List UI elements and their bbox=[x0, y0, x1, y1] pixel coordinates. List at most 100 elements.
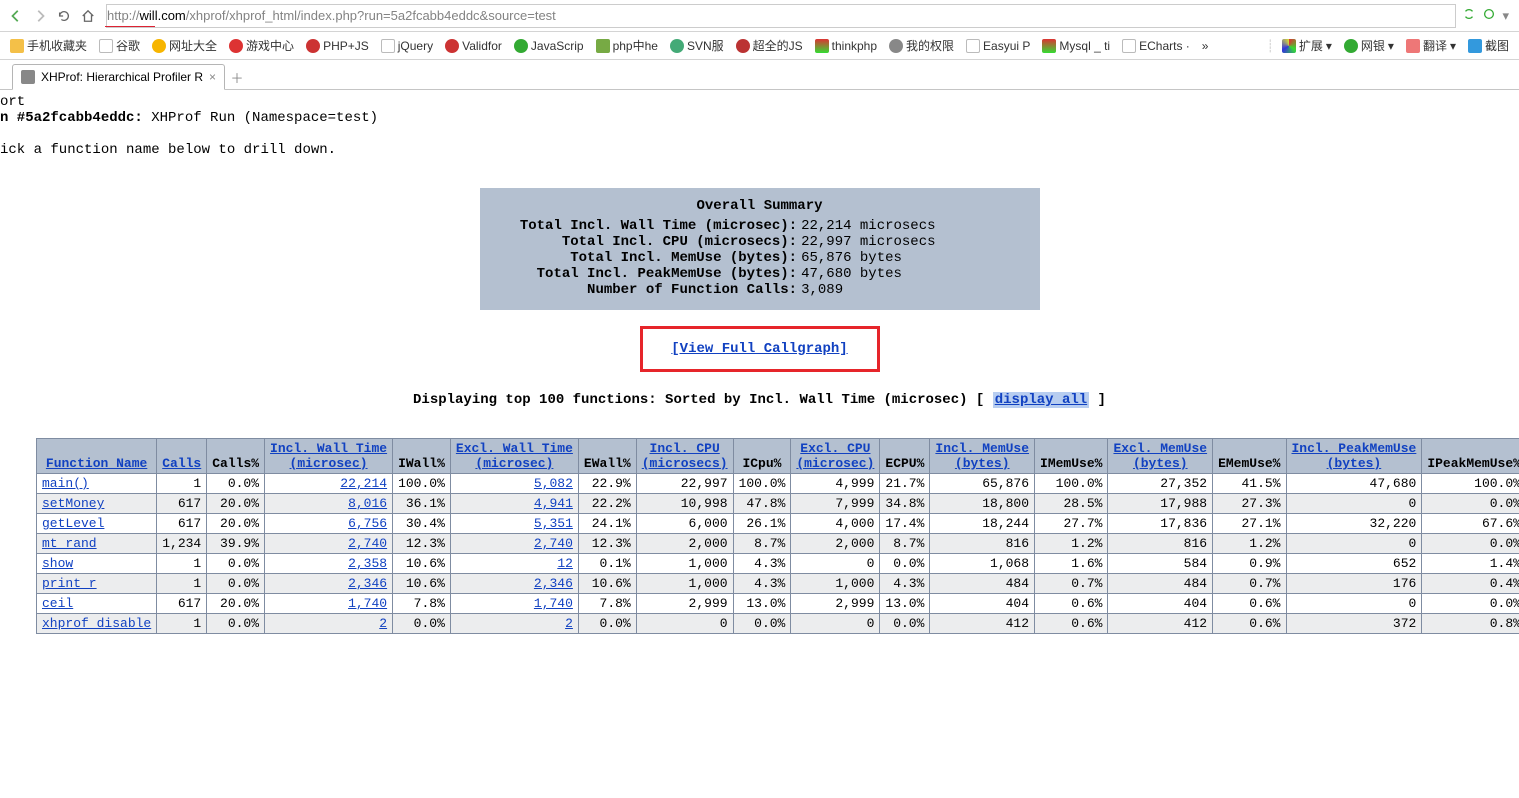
new-tab-button[interactable]: ＋ bbox=[225, 65, 249, 89]
bookmarks-folder[interactable]: 手机收藏夹 bbox=[6, 35, 91, 56]
bookmark-item[interactable]: Mysql _ ti bbox=[1038, 37, 1114, 55]
data-cell: 100.0% bbox=[393, 474, 451, 494]
sort-link[interactable]: Excl. CPU(microsec) bbox=[796, 441, 874, 471]
value-link[interactable]: 5,082 bbox=[534, 476, 573, 491]
data-cell: 0.0% bbox=[880, 554, 930, 574]
value-link[interactable]: 2,346 bbox=[534, 576, 573, 591]
app-icon[interactable] bbox=[1482, 7, 1496, 24]
nav-right-icons: ▾ bbox=[1462, 7, 1515, 24]
data-cell: 2,358 bbox=[265, 554, 393, 574]
function-link[interactable]: show bbox=[42, 556, 73, 571]
sort-link[interactable]: Excl. Wall Time(microsec) bbox=[456, 441, 573, 471]
value-link[interactable]: 1,740 bbox=[348, 596, 387, 611]
sort-link[interactable]: Excl. MemUse(bytes) bbox=[1113, 441, 1207, 471]
data-cell: 4,000 bbox=[791, 514, 880, 534]
data-cell: 4,999 bbox=[791, 474, 880, 494]
value-link[interactable]: 2,740 bbox=[348, 536, 387, 551]
data-cell: 6,000 bbox=[636, 514, 733, 534]
value-link[interactable]: 6,756 bbox=[348, 516, 387, 531]
sort-link[interactable]: Incl. PeakMemUse(bytes) bbox=[1292, 441, 1417, 471]
tab-active[interactable]: XHProf: Hierarchical Profiler R × bbox=[12, 64, 225, 90]
view-callgraph-link[interactable]: [View Full Callgraph] bbox=[671, 341, 847, 357]
value-link[interactable]: 1,740 bbox=[534, 596, 573, 611]
forward-button[interactable] bbox=[28, 4, 52, 28]
close-icon[interactable]: × bbox=[209, 70, 216, 84]
function-link[interactable]: mt_rand bbox=[42, 536, 97, 551]
data-cell: 0 bbox=[636, 614, 733, 634]
bookmark-item[interactable]: 游戏中心 bbox=[225, 35, 298, 56]
value-link[interactable]: 8,016 bbox=[348, 496, 387, 511]
bookmark-item[interactable]: SVN服 bbox=[666, 35, 728, 56]
sort-link[interactable]: Function Name bbox=[46, 456, 147, 471]
bookmark-item[interactable]: php中he bbox=[592, 35, 662, 56]
table-row: ceil61720.0%1,7407.8%1,7407.8%2,99913.0%… bbox=[37, 594, 1519, 614]
bank-button[interactable]: 网银 ▾ bbox=[1340, 35, 1398, 56]
reload-button[interactable] bbox=[52, 4, 76, 28]
data-cell: 0.0% bbox=[207, 474, 265, 494]
value-link[interactable]: 2 bbox=[565, 616, 573, 631]
bookmark-item[interactable]: 超全的JS bbox=[732, 35, 807, 56]
function-link[interactable]: setMoney bbox=[42, 496, 104, 511]
function-link[interactable]: print_r bbox=[42, 576, 97, 591]
function-name-cell: print_r bbox=[37, 574, 157, 594]
summary-key: Total Incl. Wall Time (microsec): bbox=[500, 218, 802, 234]
back-button[interactable] bbox=[4, 4, 28, 28]
value-link[interactable]: 2,346 bbox=[348, 576, 387, 591]
data-cell: 12 bbox=[450, 554, 578, 574]
sort-link[interactable]: Incl. Wall Time(microsec) bbox=[270, 441, 387, 471]
dropdown-icon[interactable]: ▾ bbox=[1502, 8, 1509, 24]
php-icon bbox=[306, 39, 320, 53]
bookmark-item[interactable]: 我的权限 bbox=[885, 35, 958, 56]
bookmark-item[interactable]: thinkphp bbox=[811, 37, 881, 55]
bookmark-item[interactable]: JavaScrip bbox=[510, 37, 588, 55]
data-cell: 47,680 bbox=[1286, 474, 1422, 494]
data-cell: 0.6% bbox=[1035, 594, 1108, 614]
data-cell: 1.2% bbox=[1035, 534, 1108, 554]
bookmark-item[interactable]: 谷歌 bbox=[95, 35, 144, 56]
bookmark-more[interactable]: » bbox=[1198, 37, 1213, 55]
summary-key: Number of Function Calls: bbox=[500, 282, 802, 298]
value-link[interactable]: 4,941 bbox=[534, 496, 573, 511]
bookmark-item[interactable]: ECharts · bbox=[1118, 37, 1194, 55]
data-cell: 2,346 bbox=[265, 574, 393, 594]
home-button[interactable] bbox=[76, 4, 100, 28]
sync-icon[interactable] bbox=[1462, 7, 1476, 24]
data-cell: 4.3% bbox=[733, 554, 791, 574]
bookmark-item[interactable]: PHP+JS bbox=[302, 37, 373, 55]
data-cell: 47.8% bbox=[733, 494, 791, 514]
function-link[interactable]: getLevel bbox=[42, 516, 104, 531]
extensions-button[interactable]: 扩展 ▾ bbox=[1278, 35, 1336, 56]
function-link[interactable]: ceil bbox=[42, 596, 73, 611]
function-link[interactable]: xhprof_disable bbox=[42, 616, 151, 631]
data-cell: 0.0% bbox=[393, 614, 451, 634]
function-link[interactable]: main() bbox=[42, 476, 89, 491]
bookmark-item[interactable]: jQuery bbox=[377, 37, 437, 55]
value-link[interactable]: 2,740 bbox=[534, 536, 573, 551]
value-link[interactable]: 5,351 bbox=[534, 516, 573, 531]
url-bar[interactable]: http://will.com/xhprof/xhprof_html/index… bbox=[106, 4, 1456, 28]
value-link[interactable]: 2 bbox=[379, 616, 387, 631]
sort-link[interactable]: Incl. MemUse(bytes) bbox=[935, 441, 1029, 471]
display-all-link[interactable]: display all bbox=[993, 392, 1089, 408]
translate-button[interactable]: 翻译 ▾ bbox=[1402, 35, 1460, 56]
data-cell: 18,800 bbox=[930, 494, 1035, 514]
data-cell: 2,346 bbox=[450, 574, 578, 594]
bookmark-item[interactable]: 网址大全 bbox=[148, 35, 221, 56]
value-link[interactable]: 22,214 bbox=[340, 476, 387, 491]
function-name-cell: xhprof_disable bbox=[37, 614, 157, 634]
sort-link[interactable]: Incl. CPU(microsecs) bbox=[642, 441, 728, 471]
data-cell: 0.0% bbox=[207, 574, 265, 594]
bookmark-item[interactable]: Easyui P bbox=[962, 37, 1034, 55]
data-cell: 34.8% bbox=[880, 494, 930, 514]
table-header-row: Function NameCallsCalls%Incl. Wall Time(… bbox=[37, 439, 1519, 474]
value-link[interactable]: 2,358 bbox=[348, 556, 387, 571]
data-cell: 22,214 bbox=[265, 474, 393, 494]
sort-link[interactable]: Calls bbox=[162, 456, 201, 471]
data-cell: 1,000 bbox=[636, 574, 733, 594]
table-row: setMoney61720.0%8,01636.1%4,94122.2%10,9… bbox=[37, 494, 1519, 514]
data-cell: 17,988 bbox=[1108, 494, 1213, 514]
value-link[interactable]: 12 bbox=[557, 556, 573, 571]
data-cell: 21.7% bbox=[880, 474, 930, 494]
bookmark-item[interactable]: Validfor bbox=[441, 37, 506, 55]
snip-button[interactable]: 截图 bbox=[1464, 35, 1513, 56]
